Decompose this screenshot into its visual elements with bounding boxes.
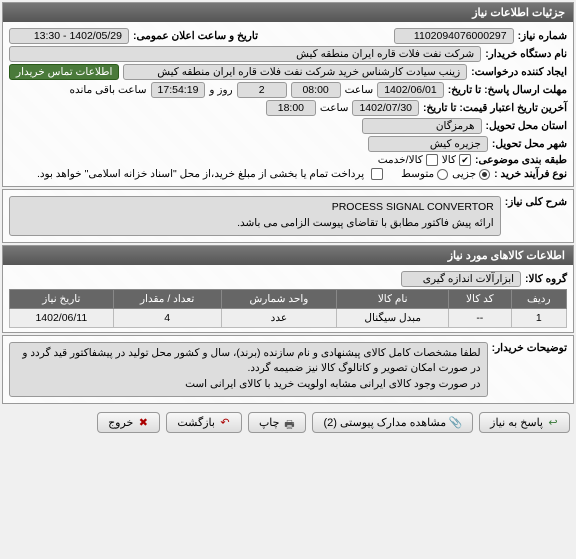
button-bar: ↩ پاسخ به نیاز 📎 مشاهده مدارک پیوستی (2)… — [0, 406, 576, 439]
need-desc-panel: شرح کلی نیاز: PROCESS SIGNAL CONVERTOR ا… — [2, 189, 574, 243]
need-details-header: جزئیات اطلاعات نیاز — [3, 3, 573, 22]
cat-goods-label: کالا — [442, 154, 456, 166]
back-button[interactable]: ↶ بازگشت — [166, 412, 242, 433]
time-label-2: ساعت — [320, 102, 349, 114]
payment-note-wrap: پرداخت تمام یا بخشی از مبلغ خرید،از محل … — [37, 168, 383, 180]
radio-icon — [479, 169, 490, 180]
days-and-label: روز و — [209, 84, 232, 96]
province-label: استان محل تحویل: — [486, 120, 567, 132]
buyer-notes-line1: لطفا مشخصات کامل کالای پیشنهادی و نام سا… — [16, 346, 481, 378]
cell-unit: عدد — [221, 308, 337, 327]
province-field: هرمزگان — [362, 118, 482, 134]
printer-icon: 🖶 — [283, 416, 295, 428]
col-unit: واحد شمارش — [221, 289, 337, 308]
remaining-time-field: 17:54:19 — [151, 82, 206, 98]
cell-date: 1402/06/11 — [10, 308, 114, 327]
need-number-field: 1102094076000297 — [394, 28, 514, 44]
table-row[interactable]: 1 -- مبدل سیگنال عدد 4 1402/06/11 — [10, 308, 567, 327]
desc-line1: PROCESS SIGNAL CONVERTOR — [16, 200, 494, 216]
need-number-label: شماره نیاز: — [518, 30, 567, 42]
table-header-row: ردیف کد کالا نام کالا واحد شمارش تعداد /… — [10, 289, 567, 308]
cell-code: -- — [449, 308, 511, 327]
valid-time-field: 18:00 — [266, 100, 316, 116]
proc-medium-label: متوسط — [401, 168, 434, 180]
checkbox-icon — [426, 154, 438, 166]
category-label: طبقه بندی موضوعی: — [475, 154, 567, 166]
cat-service-wrap[interactable]: کالا/خدمت — [378, 154, 438, 166]
col-row: ردیف — [511, 289, 566, 308]
remaining-label: ساعت باقی مانده — [69, 84, 146, 96]
goods-header: اطلاعات کالاهای مورد نیاز — [3, 246, 573, 265]
back-label: بازگشت — [177, 416, 215, 429]
proc-small-label: جزیی — [452, 168, 476, 180]
desc-block: PROCESS SIGNAL CONVERTOR ارائه پیش فاکتو… — [9, 196, 501, 236]
exit-button[interactable]: ✖ خروج — [97, 412, 160, 433]
city-label: شهر محل تحویل: — [492, 138, 567, 150]
time-label-1: ساعت — [345, 84, 374, 96]
reply-button[interactable]: ↩ پاسخ به نیاز — [479, 412, 570, 433]
exit-label: خروج — [108, 416, 133, 429]
need-details-panel: جزئیات اطلاعات نیاز شماره نیاز: 11020940… — [2, 2, 574, 187]
exit-icon: ✖ — [137, 416, 149, 428]
radio-icon — [437, 169, 448, 180]
col-date: تاریخ نیاز — [10, 289, 114, 308]
buyer-notes-line2: در صورت وجود کالای ایرانی مشابه اولویت خ… — [16, 377, 481, 393]
group-field: ابزارآلات اندازه گیری — [401, 271, 521, 287]
checkbox-icon — [371, 168, 383, 180]
creator-label: ایجاد کننده درخواست: — [471, 66, 567, 78]
cell-qty: 4 — [113, 308, 221, 327]
goods-table: ردیف کد کالا نام کالا واحد شمارش تعداد /… — [9, 289, 567, 328]
desc-line2: ارائه پیش فاکتور مطابق با تقاضای پیوست ا… — [16, 216, 494, 232]
process-label: نوع فرآیند خرید : — [494, 168, 567, 180]
col-code: کد کالا — [449, 289, 511, 308]
attach-label: مشاهده مدارک پیوستی (2) — [323, 416, 446, 429]
checkbox-icon — [459, 154, 471, 166]
cell-name: مبدل سیگنال — [337, 308, 449, 327]
buyer-field: شرکت نفت فلات قاره ایران منطقه کیش — [9, 46, 481, 62]
paperclip-icon: 📎 — [450, 416, 462, 428]
proc-small-wrap[interactable]: جزیی — [452, 168, 490, 180]
deadline-time-field: 08:00 — [291, 82, 341, 98]
buyer-label: نام دستگاه خریدار: — [485, 48, 567, 60]
announce-label: تاریخ و ساعت اعلان عمومی: — [133, 30, 258, 42]
announce-field: 1402/05/29 - 13:30 — [9, 28, 129, 44]
col-name: نام کالا — [337, 289, 449, 308]
valid-label: آخرین تاریخ اعتبار قیمت: تا تاریخ: — [423, 102, 567, 114]
creator-field: زینب سیادت کارشناس خرید شرکت نفت فلات قا… — [123, 64, 467, 80]
goods-panel: اطلاعات کالاهای مورد نیاز گروه کالا: ابز… — [2, 245, 574, 333]
buyer-notes-label: توضیحات خریدار: — [492, 342, 567, 354]
group-label: گروه کالا: — [525, 273, 567, 285]
reply-label: پاسخ به نیاز — [490, 416, 543, 429]
deadline-label: مهلت ارسال پاسخ: تا تاریخ: — [448, 84, 567, 96]
attachments-button[interactable]: 📎 مشاهده مدارک پیوستی (2) — [312, 412, 473, 433]
proc-medium-wrap[interactable]: متوسط — [401, 168, 448, 180]
deadline-date-field: 1402/06/01 — [377, 82, 444, 98]
cat-service-label: کالا/خدمت — [378, 154, 423, 166]
valid-date-field: 1402/07/30 — [352, 100, 419, 116]
cell-row: 1 — [511, 308, 566, 327]
print-label: چاپ — [259, 416, 280, 429]
contact-badge[interactable]: اطلاعات تماس خریدار — [9, 64, 119, 80]
desc-label: شرح کلی نیاز: — [505, 196, 567, 208]
days-field: 2 — [237, 82, 287, 98]
city-field: جزیره کیش — [368, 136, 488, 152]
reply-icon: ↩ — [547, 416, 559, 428]
payment-note: پرداخت تمام یا بخشی از مبلغ خرید،از محل … — [37, 168, 364, 180]
print-button[interactable]: 🖶 چاپ — [248, 412, 307, 433]
col-qty: تعداد / مقدار — [113, 289, 221, 308]
buyer-notes-panel: توضیحات خریدار: لطفا مشخصات کامل کالای پ… — [2, 335, 574, 404]
cat-goods-wrap[interactable]: کالا — [442, 154, 471, 166]
buyer-notes-block: لطفا مشخصات کامل کالای پیشنهادی و نام سا… — [9, 342, 488, 397]
back-icon: ↶ — [219, 416, 231, 428]
